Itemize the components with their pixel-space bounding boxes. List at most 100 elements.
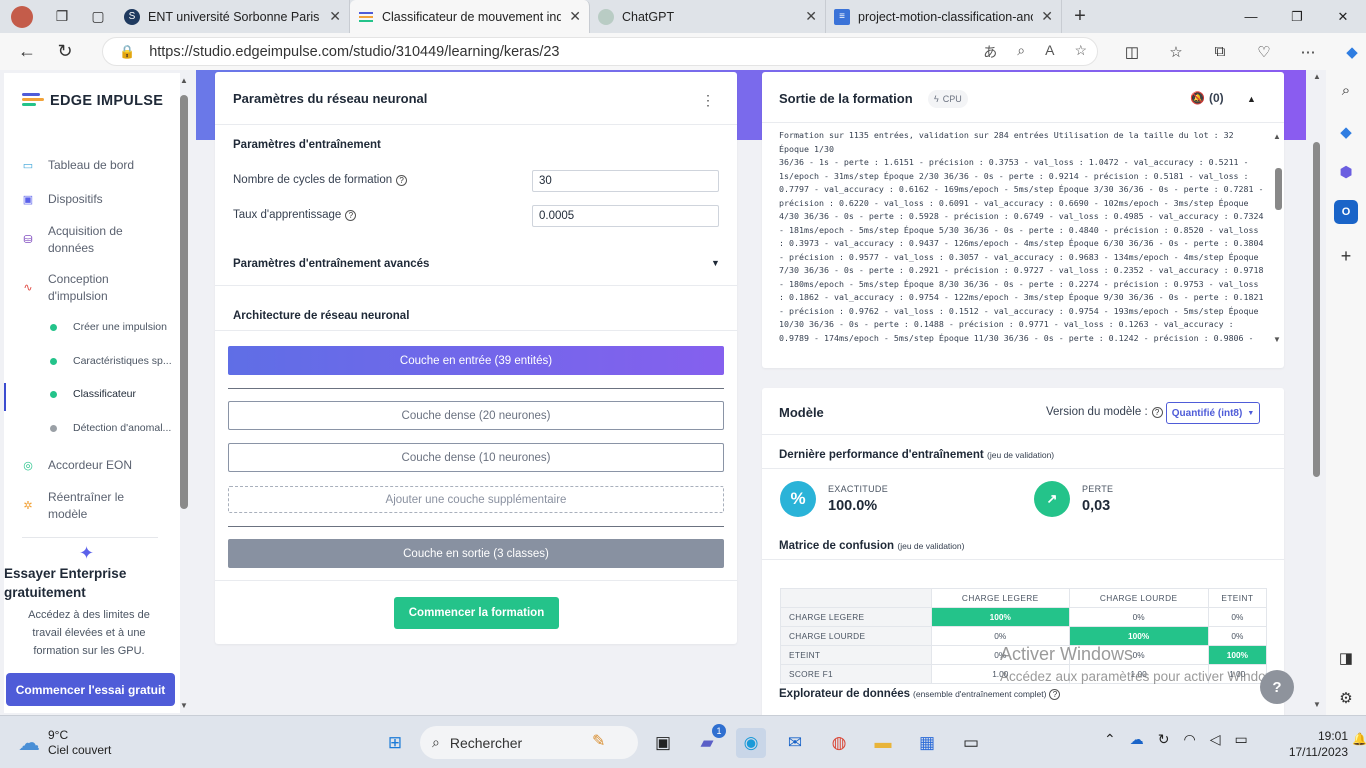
profile-avatar[interactable] <box>0 0 44 33</box>
sidebar-item-dashboard[interactable]: ▭ Tableau de bord <box>20 157 134 174</box>
sidebar-item-data-acquisition[interactable]: ⛁ Acquisition de données <box>20 223 130 257</box>
sidebar-layout-icon[interactable]: ◨ <box>1334 646 1358 670</box>
notifications-bell-icon[interactable]: 🔔 <box>1352 732 1366 746</box>
more-menu-icon[interactable]: ⋯ <box>1286 33 1330 70</box>
settings-gear-icon[interactable]: ⚙ <box>1334 686 1358 710</box>
store-icon[interactable]: ▦ <box>912 728 942 758</box>
collections-icon[interactable]: ⧉ <box>1198 33 1242 70</box>
training-log[interactable]: Formation sur 1135 entrées, validation s… <box>779 129 1267 344</box>
tools-icon[interactable]: ⬢ <box>1334 160 1358 184</box>
new-tab-icon[interactable]: + <box>1062 0 1098 33</box>
teams-chat-icon[interactable]: ▰ 1 <box>692 724 726 758</box>
minimize-icon[interactable]: — <box>1228 0 1274 33</box>
close-window-icon[interactable]: ✕ <box>1320 0 1366 33</box>
advanced-settings-toggle[interactable]: Paramètres d'entraînement avancés ▼ <box>233 258 723 270</box>
close-tab-icon[interactable]: ✕ <box>805 8 817 25</box>
workspaces-icon[interactable]: ❐ <box>44 0 80 33</box>
model-version-select[interactable]: Quantifié (int8) ▼ <box>1166 402 1260 424</box>
tab-chatgpt[interactable]: ChatGPT ✕ <box>590 0 826 33</box>
health-icon[interactable]: ♡ <box>1242 33 1286 70</box>
sidebar-subitem-anomaly[interactable]: Détection d'anomal... <box>50 422 171 434</box>
scroll-down-icon[interactable]: ▼ <box>180 701 188 710</box>
task-view-icon[interactable]: ▣ <box>648 728 678 758</box>
shopping-icon[interactable]: ◆ <box>1334 120 1358 144</box>
translate-icon[interactable]: あ <box>983 42 997 62</box>
edge-browser-icon[interactable]: ◉ <box>736 728 766 758</box>
scrollbar-thumb[interactable] <box>1313 142 1320 477</box>
tab-classifier[interactable]: Classificateur de mouvement ind ✕ <box>350 0 590 33</box>
sync-icon[interactable]: ↻ <box>1158 731 1170 748</box>
page-scrollbar[interactable]: ▲ ▼ <box>1310 70 1322 715</box>
notifications-toggle[interactable]: 🔕 (0) <box>1190 91 1224 105</box>
tab-ent[interactable]: S ENT université Sorbonne Paris N ✕ <box>116 0 350 33</box>
start-menu-icon[interactable]: ⊞ <box>380 728 410 758</box>
dense-layer-2[interactable]: Couche dense (10 neurones) <box>228 443 724 472</box>
copilot-icon[interactable]: ◆ <box>1330 33 1366 70</box>
start-training-button[interactable]: Commencer la formation <box>394 597 559 629</box>
refresh-icon[interactable]: ↻ <box>46 33 84 70</box>
close-tab-icon[interactable]: ✕ <box>569 8 581 25</box>
tab-docs[interactable]: ≡ project-motion-classification-anc ✕ <box>826 0 1062 33</box>
brand-logo[interactable]: EDGE IMPULSE <box>22 93 163 109</box>
sidebar-subitem-create-impulse[interactable]: Créer une impulsion <box>50 321 167 333</box>
onedrive-icon[interactable]: ☁ <box>1130 731 1144 748</box>
training-cycles-input[interactable]: 30 <box>532 170 719 192</box>
card-menu-icon[interactable]: ⋮ <box>701 92 715 109</box>
battery-icon[interactable]: ▭ <box>1234 731 1247 748</box>
close-tab-icon[interactable]: ✕ <box>329 8 341 25</box>
restore-icon[interactable]: ❐ <box>1274 0 1320 33</box>
add-layer-button[interactable]: Ajouter une couche supplémentaire <box>228 486 724 513</box>
sidebar-item-devices[interactable]: ▣ Dispositifs <box>20 191 103 208</box>
search-icon[interactable]: ⌕ <box>1334 78 1358 102</box>
log-scrollbar[interactable]: ▲ ▼ <box>1273 132 1283 344</box>
weather-widget[interactable]: ☁ 9°C Ciel couvert <box>18 728 111 758</box>
training-output-card: Sortie de la formation ϟ CPU 🔕 (0) ▲ Forma… <box>762 72 1284 368</box>
help-icon[interactable]: ? <box>1049 688 1061 700</box>
start-trial-button[interactable]: Commencer l'essai gratuit <box>6 673 175 706</box>
close-tab-icon[interactable]: ✕ <box>1041 8 1053 25</box>
favorites-icon[interactable]: ☆ <box>1154 33 1198 70</box>
help-button[interactable]: ? <box>1260 670 1294 704</box>
notification-badge: 1 <box>712 724 726 738</box>
output-layer[interactable]: Couche en sortie (3 classes) <box>228 539 724 568</box>
sidebar-item-eon-tuner[interactable]: ◎ Accordeur EON <box>20 457 132 474</box>
clock[interactable]: 19:01 17/11/2023 <box>1284 728 1348 760</box>
scrollbar-thumb[interactable] <box>1275 168 1282 210</box>
scroll-up-icon[interactable]: ▲ <box>1313 72 1321 81</box>
help-icon[interactable]: ? <box>345 209 357 221</box>
chevron-up-icon[interactable]: ⌃ <box>1104 731 1116 748</box>
scroll-down-icon[interactable]: ▼ <box>1313 700 1321 709</box>
scrollbar-thumb[interactable] <box>180 95 188 509</box>
read-aloud-icon[interactable]: A <box>1045 42 1054 62</box>
dense-layer-1[interactable]: Couche dense (20 neurones) <box>228 401 724 430</box>
sidebar-subitem-spectral-features[interactable]: Caractéristiques sp... <box>50 355 172 367</box>
sidebar-item-retrain[interactable]: ✲ Réentraîner le modèle <box>20 489 130 523</box>
favorite-star-icon[interactable]: ☆ <box>1074 42 1087 62</box>
url-field[interactable]: 🔒 https://studio.edgeimpulse.com/studio/… <box>102 37 1098 66</box>
input-layer[interactable]: Couche en entrée (39 entités) <box>228 346 724 375</box>
learning-rate-input[interactable]: 0.0005 <box>532 205 719 227</box>
terminal-icon[interactable]: ▭ <box>956 728 986 758</box>
chrome-icon[interactable]: ◍ <box>824 728 854 758</box>
scroll-down-icon[interactable]: ▼ <box>1273 335 1281 344</box>
sidebar-subitem-classifier[interactable]: Classificateur <box>50 388 136 400</box>
wifi-icon[interactable]: ◠ <box>1183 731 1195 748</box>
mail-icon[interactable]: ✉ <box>780 728 810 758</box>
collapse-icon[interactable]: ▲ <box>1247 94 1256 104</box>
taskbar-search[interactable]: ⌕ Rechercher ✎ <box>420 726 638 759</box>
volume-icon[interactable]: ◁ <box>1210 731 1221 748</box>
sidebar-subitem-label: Classificateur <box>73 388 137 400</box>
sidebar-scrollbar[interactable]: ▲ ▼ <box>179 73 189 713</box>
scroll-up-icon[interactable]: ▲ <box>1273 132 1281 141</box>
outlook-icon[interactable]: O <box>1334 200 1358 224</box>
add-icon[interactable]: + <box>1334 244 1358 268</box>
back-icon[interactable]: ← <box>8 33 46 70</box>
zoom-icon[interactable]: ⌕ <box>1017 42 1025 62</box>
help-icon[interactable]: ? <box>396 174 408 186</box>
tab-actions-icon[interactable]: ▢ <box>80 0 116 33</box>
scroll-up-icon[interactable]: ▲ <box>180 76 188 85</box>
file-explorer-icon[interactable]: ▬ <box>868 728 898 758</box>
help-icon[interactable]: ? <box>1151 406 1163 418</box>
split-screen-icon[interactable]: ◫ <box>1110 33 1154 70</box>
sidebar-item-impulse-design[interactable]: ∿ Conception d'impulsion <box>20 271 130 305</box>
